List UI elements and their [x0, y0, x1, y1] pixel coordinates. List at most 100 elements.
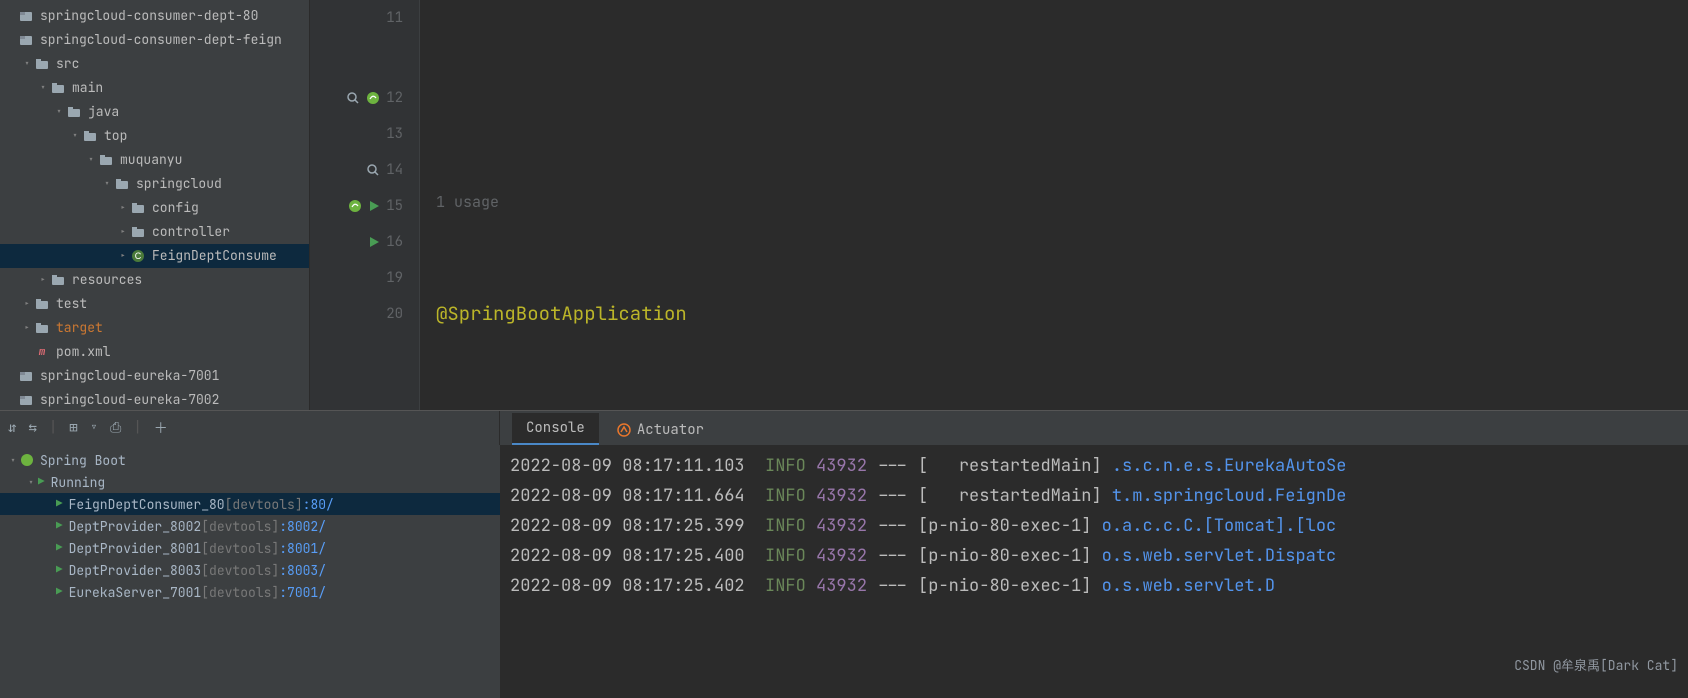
run-config-port[interactable]: :8001/: [279, 540, 326, 557]
group-icon[interactable]: ⊞: [69, 419, 77, 437]
tree-label: config: [152, 198, 199, 218]
chevron-icon[interactable]: ▾: [52, 102, 66, 122]
run-config-deptprovider_8002[interactable]: ▶ DeptProvider_8002 [devtools] :8002/: [0, 515, 500, 537]
console-line: 2022-08-09 08:17:11.103 INFO 43932 --- […: [510, 451, 1678, 481]
chevron-icon[interactable]: ▸: [116, 198, 130, 218]
editor-code[interactable]: 1 usage @SpringBootApplication @EnableEu…: [420, 0, 1688, 410]
tree-node-springcloud-consumer-dept-feign[interactable]: springcloud-consumer-dept-feign: [0, 28, 309, 52]
tree-node-test[interactable]: ▸ test: [0, 292, 309, 316]
pom-icon: m: [34, 344, 50, 360]
tree-node-springcloud-eureka-7001[interactable]: springcloud-eureka-7001: [0, 364, 309, 388]
run-config-port[interactable]: :8003/: [279, 562, 326, 579]
console-line: 2022-08-09 08:17:11.664 INFO 43932 --- […: [510, 481, 1678, 511]
tree-label: springcloud-eureka-7002: [40, 390, 219, 410]
chevron-icon[interactable]: ▸: [20, 294, 34, 314]
play-icon: ▶: [38, 475, 45, 489]
tree-label: springcloud-consumer-dept-80: [40, 6, 258, 26]
tree-node-main[interactable]: ▾main: [0, 76, 309, 100]
run-config-port[interactable]: :80/: [303, 496, 334, 513]
gutter-run-icon[interactable]: [368, 200, 380, 212]
tree-node-target[interactable]: ▸target: [0, 316, 309, 340]
project-tool-window[interactable]: springcloud-consumer-dept-80springcloud-…: [0, 0, 310, 410]
chevron-icon[interactable]: ▸: [20, 318, 34, 338]
actuator-icon: [617, 423, 631, 437]
chevron-icon[interactable]: ▸: [116, 246, 130, 266]
chevron-icon[interactable]: ▾: [100, 174, 114, 194]
filter-icon[interactable]: ▿: [90, 419, 98, 437]
folder-icon: [130, 200, 146, 216]
layout-icon[interactable]: ⎙: [110, 419, 121, 437]
code-editor[interactable]: 1112131415161920 1 usage @SpringBootAppl…: [310, 0, 1688, 410]
run-config-deptprovider_8003[interactable]: ▶DeptProvider_8003 [devtools] :8003/: [0, 559, 500, 581]
run-config-feigndeptconsumer_80[interactable]: ▶FeignDeptConsumer_80 [devtools] :80/: [0, 493, 500, 515]
run-config-tag: [devtools]: [201, 584, 279, 601]
services-group-running[interactable]: ▾ ▶ Running: [0, 471, 500, 493]
line-number: 16: [386, 224, 403, 260]
chevron-icon[interactable]: ▾: [68, 126, 82, 146]
run-config-deptprovider_8001[interactable]: ▶DeptProvider_8001 [devtools] :8001/: [0, 537, 500, 559]
services-tool-window[interactable]: ▾ Spring Boot ▾ ▶ Running ▶ FeignDeptCons…: [0, 445, 500, 698]
annotation-springbootapplication: @SpringBootApplication: [436, 296, 687, 332]
run-config-tag: [devtools]: [201, 562, 279, 579]
tree-node-src[interactable]: ▾src: [0, 52, 309, 76]
tab-console[interactable]: Console: [512, 413, 599, 445]
run-config-name: EurekaServer_7001: [69, 584, 202, 601]
line-number: 13: [386, 116, 403, 152]
tree-node-java[interactable]: ▾java: [0, 100, 309, 124]
collapse-all-icon[interactable]: ⇆: [28, 419, 36, 437]
console-line: 2022-08-09 08:17:25.402 INFO 43932 --- […: [510, 571, 1678, 601]
chevron-icon[interactable]: ▸: [116, 222, 130, 242]
tree-label: springcloud: [136, 174, 222, 194]
module-icon: [18, 8, 34, 24]
gutter-search-icon[interactable]: [366, 163, 380, 177]
tree-node-config[interactable]: ▸ config: [0, 196, 309, 220]
gutter-spring-icon[interactable]: [366, 91, 380, 105]
run-config-port[interactable]: :7001/: [279, 584, 326, 601]
gutter-run-icon[interactable]: [368, 236, 380, 248]
console-line: 2022-08-09 08:17:25.399 INFO 43932 --- […: [510, 511, 1678, 541]
module-icon: [18, 368, 34, 384]
play-icon: ▶: [56, 497, 63, 511]
gutter-search-icon[interactable]: [346, 91, 360, 105]
run-config-eurekaserver_7001[interactable]: ▶EurekaServer_7001 [devtools] :7001/: [0, 581, 500, 603]
gutter-spring-icon[interactable]: [348, 199, 362, 213]
chevron-icon[interactable]: ▾: [84, 150, 98, 170]
line-number: 12: [386, 80, 403, 116]
tree-label: test: [56, 294, 87, 314]
run-config-name: FeignDeptConsumer_80: [69, 496, 225, 513]
tree-node-feigndeptconsume[interactable]: ▸CFeignDeptConsume: [0, 244, 309, 268]
services-root[interactable]: ▾ Spring Boot: [0, 449, 500, 471]
folder-icon: [50, 80, 66, 96]
tree-node-pom-xml[interactable]: mpom.xml: [0, 340, 309, 364]
run-config-port[interactable]: :8002/: [279, 518, 326, 535]
tree-label: FeignDeptConsume: [152, 246, 277, 266]
tab-actuator[interactable]: Actuator: [603, 415, 718, 445]
tree-node-controller[interactable]: ▸controller: [0, 220, 309, 244]
tree-node-springcloud-consumer-dept-80[interactable]: springcloud-consumer-dept-80: [0, 4, 309, 28]
folder-icon: [34, 296, 50, 312]
tree-node-top[interactable]: ▾ top: [0, 124, 309, 148]
run-config-tag: [devtools]: [201, 518, 279, 535]
folder-icon: [66, 104, 82, 120]
chevron-icon[interactable]: ▸: [36, 270, 50, 290]
module-icon: [18, 32, 34, 48]
chevron-icon[interactable]: ▾: [20, 54, 34, 74]
run-config-name: DeptProvider_8001: [69, 540, 202, 557]
tree-node-springcloud-eureka-7002[interactable]: springcloud-eureka-7002: [0, 388, 309, 410]
usage-hint: 1 usage: [436, 180, 1688, 224]
services-toolbar[interactable]: ⇵ ⇆ | ⊞ ▿ ⎙ | ＋: [0, 411, 500, 445]
tree-label: top: [104, 126, 127, 146]
tree-node-muquanyu[interactable]: ▾muquanyu: [0, 148, 309, 172]
chevron-icon[interactable]: ▾: [36, 78, 50, 98]
line-number: 14: [386, 152, 403, 188]
folder-icon: [34, 56, 50, 72]
tree-node-resources[interactable]: ▸ resources: [0, 268, 309, 292]
tree-node-springcloud[interactable]: ▾ springcloud: [0, 172, 309, 196]
add-icon[interactable]: ＋: [154, 418, 168, 438]
expand-all-icon[interactable]: ⇵: [8, 419, 16, 437]
console-output[interactable]: 2022-08-09 08:17:11.103 INFO 43932 --- […: [500, 445, 1688, 698]
play-icon: ▶: [56, 519, 63, 533]
run-config-name: DeptProvider_8002: [69, 518, 202, 535]
tree-label: resources: [72, 270, 142, 290]
folder-icon: [50, 272, 66, 288]
